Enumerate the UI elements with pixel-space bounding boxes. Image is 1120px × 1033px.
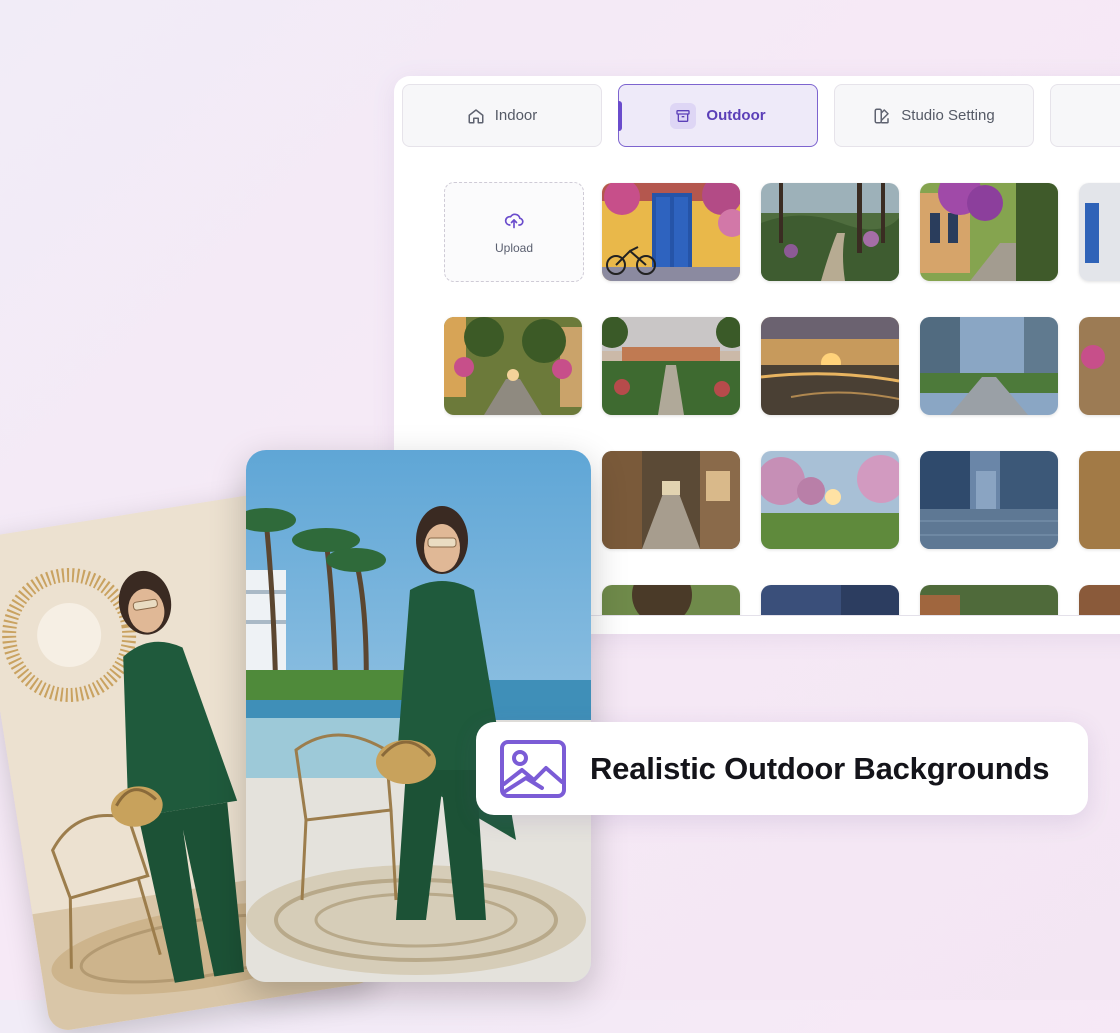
background-thumbnail[interactable] [920,451,1058,549]
tab-label: Studio Setting [901,107,995,124]
background-thumbnail[interactable] [602,451,740,549]
background-thumbnail[interactable] [920,317,1058,415]
background-thumbnail[interactable] [761,317,899,415]
tab-outdoor[interactable]: Outdoor [618,84,818,147]
background-thumbnail[interactable] [761,451,899,549]
background-thumbnail[interactable] [1079,183,1120,281]
upload-label: Upload [494,240,534,255]
background-thumbnail[interactable] [761,585,899,616]
tab-studio-setting[interactable]: Studio Setting [834,84,1034,147]
tab-label: Outdoor [706,107,766,124]
background-thumbnail[interactable] [602,585,740,616]
home-icon [467,107,485,125]
background-thumbnail[interactable] [444,317,582,415]
image-icon [498,738,568,800]
feature-badge: Realistic Outdoor Backgrounds [476,722,1088,815]
background-thumbnail[interactable] [1079,451,1120,549]
generated-photo [246,450,591,982]
background-thumbnail[interactable] [920,183,1058,281]
background-thumbnail[interactable] [602,183,740,281]
background-thumbnail[interactable] [602,317,740,415]
background-thumbnail[interactable] [1079,585,1120,616]
background-thumbnail[interactable] [1079,317,1120,415]
cloud-upload-icon [504,210,524,233]
background-thumbnail[interactable] [761,183,899,281]
archive-icon [670,102,697,129]
upload-button[interactable]: Upload [444,182,584,282]
palette-icon [873,107,891,125]
category-tabs: Indoor Outdoor Studio Setting [402,84,1120,147]
tab-indoor[interactable]: Indoor [402,84,602,147]
background-thumbnail[interactable] [920,585,1058,616]
tab-label: Indoor [494,107,538,124]
tab-more[interactable] [1050,84,1120,147]
feature-badge-label: Realistic Outdoor Backgrounds [590,750,1050,786]
